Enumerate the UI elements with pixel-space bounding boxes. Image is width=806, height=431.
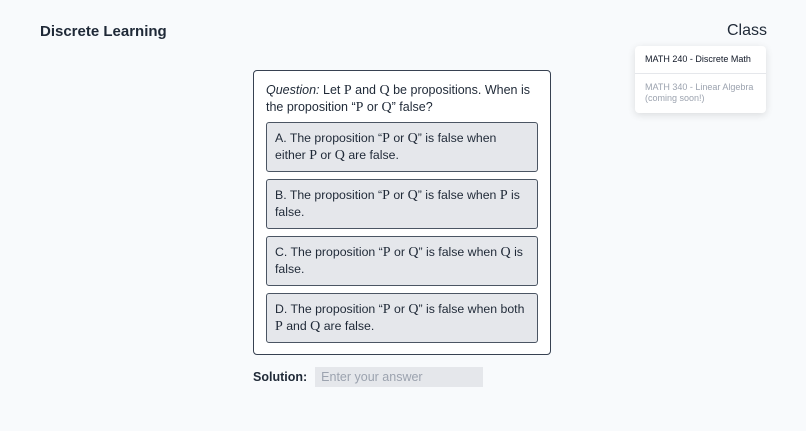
- question-card: Question: Let P and Q be propositions. W…: [253, 70, 551, 355]
- option-b[interactable]: B. The proposition “P or Q” is false whe…: [266, 179, 538, 229]
- math-variable: P: [309, 148, 317, 163]
- math-variable: Q: [407, 188, 418, 203]
- math-variable: P: [382, 188, 390, 203]
- dropdown-item-math-340: MATH 340 - Linear Algebra (coming soon!): [645, 82, 754, 103]
- question-prefix: Question:: [266, 83, 320, 97]
- option-text: and: [286, 319, 307, 333]
- option-text: ” is false when: [418, 245, 498, 259]
- class-dropdown-menu: MATH 240 - Discrete Math MATH 340 - Line…: [635, 46, 766, 113]
- solution-row: Solution:: [253, 367, 484, 387]
- option-text: or: [393, 131, 405, 145]
- option-text: B. The proposition “: [275, 188, 383, 202]
- option-text: or: [394, 245, 405, 259]
- math-variable: Q: [408, 245, 419, 260]
- option-text: or: [320, 148, 332, 162]
- option-text: or: [394, 302, 405, 316]
- option-text: or: [393, 188, 405, 202]
- option-a[interactable]: A. The proposition “P or Q” is false whe…: [266, 122, 538, 172]
- question-text-part: or: [366, 100, 379, 114]
- option-text: are false.: [348, 148, 399, 162]
- option-d[interactable]: D. The proposition “P or Q” is false whe…: [266, 293, 538, 343]
- math-variable: P: [343, 83, 352, 98]
- math-variable: P: [382, 131, 390, 146]
- question-text: Question: Let P and Q be propositions. W…: [266, 82, 538, 116]
- option-text: ” is false when both: [418, 302, 525, 316]
- math-variable: Q: [381, 100, 392, 115]
- math-variable: P: [382, 245, 391, 260]
- question-text-part: and: [355, 83, 377, 97]
- math-variable: P: [355, 100, 364, 115]
- math-variable: P: [382, 302, 391, 317]
- solution-label: Solution:: [253, 370, 308, 384]
- option-text: ” is false when: [417, 188, 497, 202]
- math-variable: Q: [310, 319, 321, 334]
- math-variable: Q: [500, 245, 511, 260]
- math-variable: Q: [334, 148, 345, 163]
- dropdown-item-math-240[interactable]: MATH 240 - Discrete Math: [635, 50, 766, 74]
- option-text: D. The proposition “: [275, 302, 383, 316]
- brand-title[interactable]: Discrete Learning: [40, 23, 167, 40]
- question-text-part: ” false?: [391, 100, 433, 114]
- class-menu-button[interactable]: Class: [727, 22, 767, 40]
- math-variable: P: [275, 319, 283, 334]
- question-text-part: Let: [323, 83, 341, 97]
- option-text: A. The proposition “: [275, 131, 383, 145]
- math-variable: P: [499, 188, 508, 203]
- solution-input[interactable]: [315, 367, 484, 387]
- option-text: are false.: [323, 319, 375, 333]
- option-text: C. The proposition “: [275, 245, 383, 259]
- option-c[interactable]: C. The proposition “P or Q” is false whe…: [266, 236, 538, 286]
- math-variable: Q: [408, 302, 419, 317]
- math-variable: Q: [379, 83, 390, 98]
- math-variable: Q: [407, 131, 418, 146]
